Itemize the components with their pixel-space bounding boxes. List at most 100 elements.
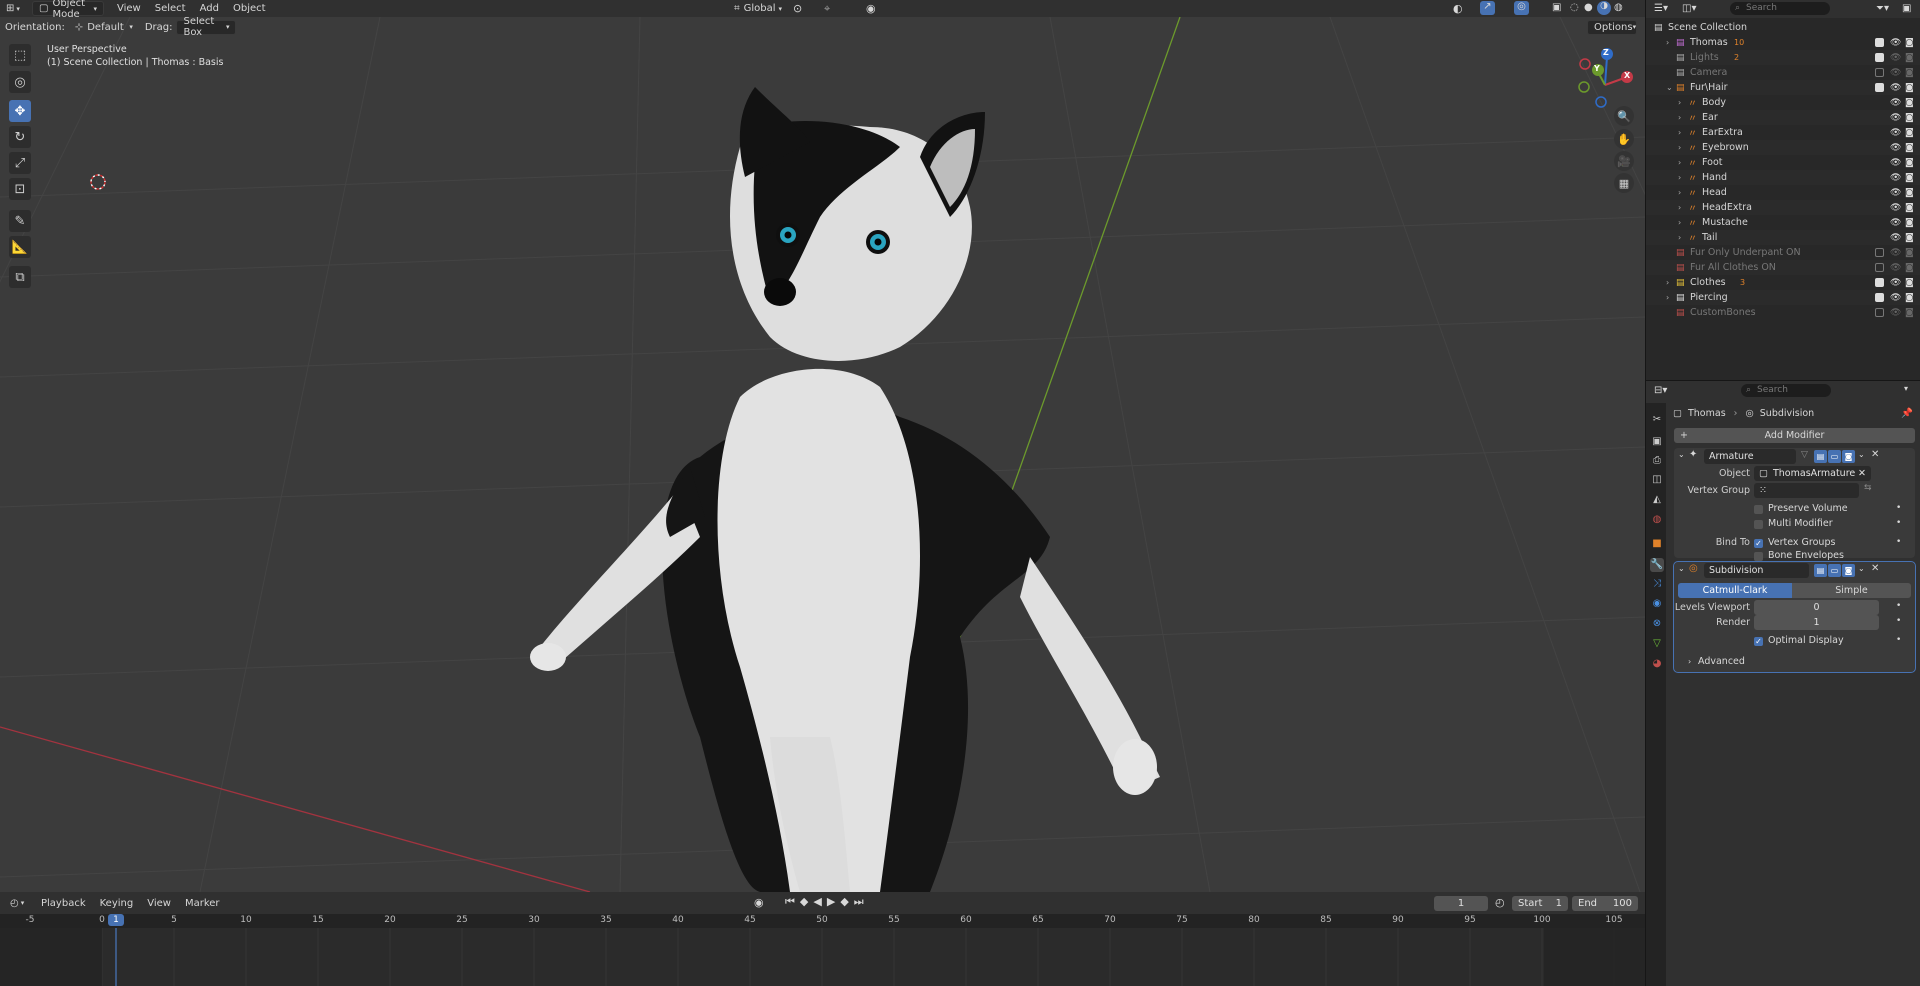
render-tab-icon[interactable]: ▣	[1650, 435, 1664, 449]
pivot-icon[interactable]: ⊙	[793, 2, 802, 15]
3d-viewport[interactable]: Orientation: ⊹ Default ▾ Drag: Select Bo…	[0, 17, 1645, 892]
expand-chevron-icon[interactable]: ›	[1666, 293, 1669, 302]
render-camera-icon[interactable]: ◙	[1905, 308, 1914, 318]
exclude-checkbox[interactable]	[1875, 278, 1884, 287]
render-camera-icon[interactable]: ◙	[1905, 173, 1914, 183]
outliner-row[interactable]: › ▤ Clothes 3 👁 ◙	[1646, 275, 1920, 290]
keyframe-dot-icon[interactable]: •	[1896, 616, 1901, 626]
shading-material-icon[interactable]: ◑	[1597, 1, 1611, 15]
exclude-checkbox[interactable]	[1875, 293, 1884, 302]
outliner-row[interactable]: › 〃 Head 👁 ◙	[1646, 185, 1920, 200]
pin-icon[interactable]: 📌	[1901, 408, 1913, 419]
menu-object[interactable]: Object	[226, 3, 273, 14]
expand-chevron-icon[interactable]: ›	[1678, 188, 1681, 197]
xray-icon[interactable]: ▣	[1552, 2, 1561, 13]
visibility-eye-icon[interactable]: 👁	[1890, 158, 1901, 168]
exclude-checkbox[interactable]	[1875, 308, 1884, 317]
menu-timeline-view[interactable]: View	[140, 898, 178, 909]
modifier-menu-icon[interactable]: ⌄	[1858, 450, 1865, 459]
proportional-edit-icon[interactable]: ◉	[866, 2, 876, 15]
vertex-groups-checkbox[interactable]: ✓	[1754, 539, 1763, 548]
display-mode-icon[interactable]: ◫▾	[1682, 3, 1696, 14]
transform-orientation-dropdown[interactable]: ⌗ Global ▾	[728, 1, 788, 16]
expand-chevron-icon[interactable]: ›	[1678, 203, 1681, 212]
overlay-toggle-icon[interactable]: ◎	[1514, 1, 1529, 15]
levels-viewport-field[interactable]: 0	[1754, 600, 1879, 615]
visibility-eye-icon[interactable]: 👁	[1890, 113, 1901, 123]
render-camera-icon[interactable]: ◙	[1905, 158, 1914, 168]
menu-view[interactable]: View	[110, 3, 148, 14]
jump-start-icon[interactable]: ⏮	[785, 895, 795, 909]
outliner-row[interactable]: › 〃 Ear 👁 ◙	[1646, 110, 1920, 125]
expand-chevron-icon[interactable]: ›	[1678, 113, 1681, 122]
render-camera-icon[interactable]: ◙	[1905, 278, 1914, 288]
output-tab-icon[interactable]: ⎙	[1650, 454, 1664, 468]
render-camera-icon[interactable]: ◙	[1905, 248, 1914, 258]
editmode-toggle-icon[interactable]: ▤	[1814, 450, 1827, 463]
drag-dropdown[interactable]: Select Box ▾	[176, 17, 237, 38]
particles-tab-icon[interactable]: ⤨	[1650, 577, 1664, 591]
visibility-eye-icon[interactable]: 👁	[1890, 278, 1901, 288]
start-frame-field[interactable]: Start 1	[1512, 896, 1568, 911]
exclude-checkbox[interactable]	[1875, 53, 1884, 62]
visibility-eye-icon[interactable]: 👁	[1890, 218, 1901, 228]
outliner-row[interactable]: › 〃 Body 👁 ◙	[1646, 95, 1920, 110]
optimal-display-checkbox[interactable]: ✓	[1754, 637, 1763, 646]
expand-chevron-icon[interactable]: ›	[1678, 218, 1681, 227]
data-tab-icon[interactable]: ▽	[1650, 637, 1664, 651]
visibility-eye-icon[interactable]: 👁	[1890, 53, 1901, 63]
outliner-search[interactable]: ⌕ Search	[1730, 2, 1830, 15]
collapse-icon[interactable]: ▾	[1904, 384, 1908, 393]
scale-tool-button[interactable]: ⤢	[9, 152, 31, 174]
remove-modifier-icon[interactable]: ✕	[1871, 449, 1879, 460]
preview-range-icon[interactable]: ◴	[1495, 896, 1505, 909]
annotate-tool-button[interactable]: ✎	[9, 210, 31, 232]
advanced-section[interactable]: Advanced	[1698, 656, 1745, 667]
visibility-eye-icon[interactable]: 👁	[1890, 233, 1901, 243]
visibility-icon[interactable]: ◐	[1453, 2, 1463, 15]
visibility-eye-icon[interactable]: 👁	[1890, 143, 1901, 153]
visibility-eye-icon[interactable]: 👁	[1890, 38, 1901, 48]
render-camera-icon[interactable]: ◙	[1905, 113, 1914, 123]
outliner-row[interactable]: › 〃 Foot 👁 ◙	[1646, 155, 1920, 170]
filter-icon[interactable]: ⏷▾	[1876, 3, 1889, 14]
expand-chevron-icon[interactable]: ›	[1678, 173, 1681, 182]
expand-chevron-icon[interactable]: ⌄	[1666, 83, 1673, 92]
measure-tool-button[interactable]: 📐	[9, 236, 31, 258]
view-layer-tab-icon[interactable]: ◫	[1650, 473, 1664, 487]
collapse-chevron-icon[interactable]: ⌄	[1678, 450, 1685, 459]
render-camera-icon[interactable]: ◙	[1905, 188, 1914, 198]
orientation-dropdown[interactable]: ⊹ Default ▾	[69, 20, 139, 35]
render-camera-icon[interactable]: ◙	[1905, 233, 1914, 243]
exclude-checkbox[interactable]	[1875, 263, 1884, 272]
visibility-eye-icon[interactable]: 👁	[1890, 188, 1901, 198]
cursor-tool-button[interactable]: ◎	[9, 71, 31, 93]
world-tab-icon[interactable]: ◍	[1650, 513, 1664, 527]
expand-chevron-icon[interactable]: ›	[1678, 98, 1681, 107]
armature-object-field[interactable]: ▢ ThomasArmature ✕	[1754, 466, 1871, 481]
expand-chevron-icon[interactable]: ›	[1678, 143, 1681, 152]
outliner-row[interactable]: › 〃 Hand 👁 ◙	[1646, 170, 1920, 185]
render-camera-icon[interactable]: ◙	[1905, 53, 1914, 63]
expand-chevron-icon[interactable]: ›	[1666, 38, 1669, 47]
jump-end-icon[interactable]: ⏭	[854, 895, 864, 909]
transform-tool-button[interactable]: ⊡	[9, 178, 31, 200]
render-camera-icon[interactable]: ◙	[1905, 263, 1914, 273]
editmode-toggle-icon[interactable]: ▤	[1814, 564, 1827, 577]
visibility-eye-icon[interactable]: 👁	[1890, 203, 1901, 213]
preserve-volume-checkbox[interactable]	[1754, 505, 1763, 514]
pan-button[interactable]: ✋	[1614, 129, 1634, 149]
menu-playback[interactable]: Playback	[34, 898, 93, 909]
end-frame-field[interactable]: End 100	[1572, 896, 1638, 911]
mode-dropdown[interactable]: ▢ Object Mode ▾	[32, 0, 104, 20]
record-icon[interactable]: ◉	[754, 896, 764, 909]
render-camera-icon[interactable]: ◙	[1905, 38, 1914, 48]
editor-type-button[interactable]: ⊞ ▾	[0, 1, 26, 16]
render-toggle-icon[interactable]: ◙	[1842, 450, 1855, 463]
keyframe-dot-icon[interactable]: •	[1896, 601, 1901, 611]
keyframe-dot-icon[interactable]: •	[1896, 635, 1901, 645]
options-dropdown[interactable]: Options ▾	[1587, 19, 1637, 35]
outliner-row[interactable]: › 〃 EarExtra 👁 ◙	[1646, 125, 1920, 140]
visibility-eye-icon[interactable]: 👁	[1890, 308, 1901, 318]
outliner-row[interactable]: › 〃 HeadExtra 👁 ◙	[1646, 200, 1920, 215]
